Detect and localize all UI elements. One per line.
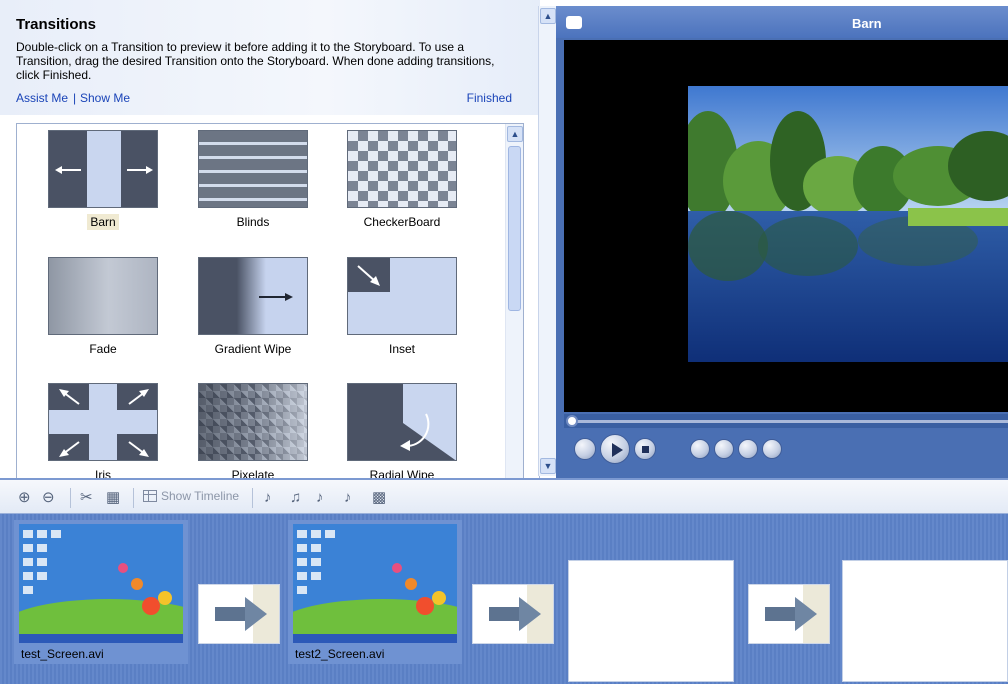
task-description: Double-click on a Transition to preview … <box>16 40 495 82</box>
transition-radial-wipe[interactable]: Radial Wipe <box>332 383 472 478</box>
transition-slot[interactable] <box>472 584 554 644</box>
audio-icon[interactable]: ▩ <box>372 490 386 506</box>
pane-scroll-down-button[interactable]: ▼ <box>540 458 556 474</box>
zoom-in-icon[interactable]: ⊕ <box>18 490 31 506</box>
pixelate-thumbnail <box>198 383 308 461</box>
play-button[interactable] <box>600 434 630 464</box>
checkerboard-thumbnail <box>347 130 457 208</box>
gradient-wipe-thumbnail <box>198 257 308 335</box>
finished-link[interactable]: Finished <box>467 91 512 105</box>
combine-icon[interactable]: ▦ <box>106 490 120 506</box>
iris-thumbnail <box>48 383 158 461</box>
preview-monitor: Barn <box>556 6 1008 478</box>
barn-thumbnail <box>48 130 158 208</box>
task-pane: Transitions Double-click on a Transition… <box>0 0 540 479</box>
timeline-icon <box>143 490 157 502</box>
clip-label: test2_Screen.avi <box>295 647 385 661</box>
empty-clip-slot[interactable] <box>842 560 1008 682</box>
transition-label: Inset <box>388 342 415 356</box>
task-pane-scrollbar[interactable]: ▲ ▼ <box>538 6 556 476</box>
clip-thumbnail <box>0 524 219 659</box>
narrate-icon[interactable]: ♪ <box>264 490 272 506</box>
lake-landscape-image <box>688 86 1008 362</box>
rewind-button[interactable] <box>714 439 734 459</box>
transition-barn[interactable]: Barn <box>33 130 173 230</box>
fast-forward-button[interactable] <box>738 439 758 459</box>
transition-label: Fade <box>89 342 117 356</box>
storyboard-toolbar: ⊕ ⊖ ✂ ▦ Show Timeline ♪ ♫ ♪ ♪ ▩ <box>0 478 1008 514</box>
transition-fade[interactable]: Fade <box>33 257 173 357</box>
assist-me-link[interactable]: Assist Me <box>16 91 68 105</box>
storyboard: ⊕ ⊖ ✂ ▦ Show Timeline ♪ ♫ ♪ ♪ ▩ test_Scr… <box>0 478 1008 684</box>
task-title: Transitions <box>16 16 97 33</box>
blinds-thumbnail <box>198 130 308 208</box>
show-timeline-label: Show Timeline <box>161 489 240 503</box>
transition-gradient-wipe[interactable]: Gradient Wipe <box>183 257 323 357</box>
seek-track <box>570 420 1008 423</box>
next-frame-end-button[interactable] <box>762 439 782 459</box>
video-frame <box>688 86 1008 362</box>
transition-label: Gradient Wipe <box>214 342 292 356</box>
show-me-link[interactable]: Show Me <box>80 91 130 105</box>
transition-pixelate[interactable]: Pixelate <box>183 383 323 478</box>
task-header: Transitions Double-click on a Transition… <box>0 0 540 115</box>
transitions-list: Barn Blinds CheckerBoard Fade Gradient W… <box>16 123 524 479</box>
preview-titlebar: Barn <box>556 6 1008 38</box>
storyboard-clip[interactable]: test2_Screen.avi <box>273 520 493 664</box>
transition-slot[interactable] <box>198 584 280 644</box>
inset-thumbnail <box>347 257 457 335</box>
arrow-right-icon <box>215 597 267 631</box>
seek-bar[interactable] <box>564 414 1008 428</box>
arrow-right-icon <box>489 597 541 631</box>
arrow-right-icon <box>765 597 817 631</box>
transition-slot[interactable] <box>748 584 830 644</box>
storyboard-clip[interactable]: test_Screen.avi <box>0 520 219 664</box>
zoom-out-icon[interactable]: ⊖ <box>42 490 55 506</box>
transition-blinds[interactable]: Blinds <box>183 130 323 230</box>
transition-checkerboard[interactable]: CheckerBoard <box>332 130 472 230</box>
video-area <box>564 40 1008 412</box>
empty-clip-slot[interactable] <box>568 560 734 682</box>
audio-fade-in-icon[interactable]: ♪ <box>316 490 324 506</box>
storyboard-track: test_Screen.avi test2_Screen.avi <box>0 514 1008 684</box>
clip-thumbnail <box>273 524 493 659</box>
transition-inset[interactable]: Inset <box>332 257 472 357</box>
preview-title: Barn <box>852 16 882 31</box>
transition-label: Barn <box>87 214 119 230</box>
pane-scroll-up-button[interactable]: ▲ <box>540 8 556 24</box>
audio-fade-out-icon[interactable]: ♪ <box>344 490 352 506</box>
link-separator: | <box>73 91 77 105</box>
fullscreen-icon[interactable] <box>566 16 582 29</box>
split-clip-button[interactable] <box>574 438 596 460</box>
radial-wipe-thumbnail <box>347 383 457 461</box>
previous-frame-start-button[interactable] <box>690 439 710 459</box>
clip-label: test_Screen.avi <box>21 647 104 661</box>
audio-levels-icon[interactable]: ♫ <box>290 490 301 506</box>
transition-label: Blinds <box>236 215 270 229</box>
split-icon[interactable]: ✂ <box>80 490 93 506</box>
show-timeline-button[interactable]: Show Timeline <box>143 489 239 503</box>
toolbar-separator <box>252 488 253 508</box>
scrollbar-thumb[interactable] <box>508 146 521 311</box>
transition-label: CheckerBoard <box>363 215 441 229</box>
transitions-scrollbar[interactable]: ▲ <box>505 124 523 478</box>
toolbar-separator <box>70 488 71 508</box>
stop-button[interactable] <box>634 438 656 460</box>
fade-thumbnail <box>48 257 158 335</box>
toolbar-separator <box>133 488 134 508</box>
seek-slider-handle[interactable] <box>566 415 578 427</box>
scroll-up-button[interactable]: ▲ <box>507 126 523 142</box>
transition-iris[interactable]: Iris <box>33 383 173 478</box>
